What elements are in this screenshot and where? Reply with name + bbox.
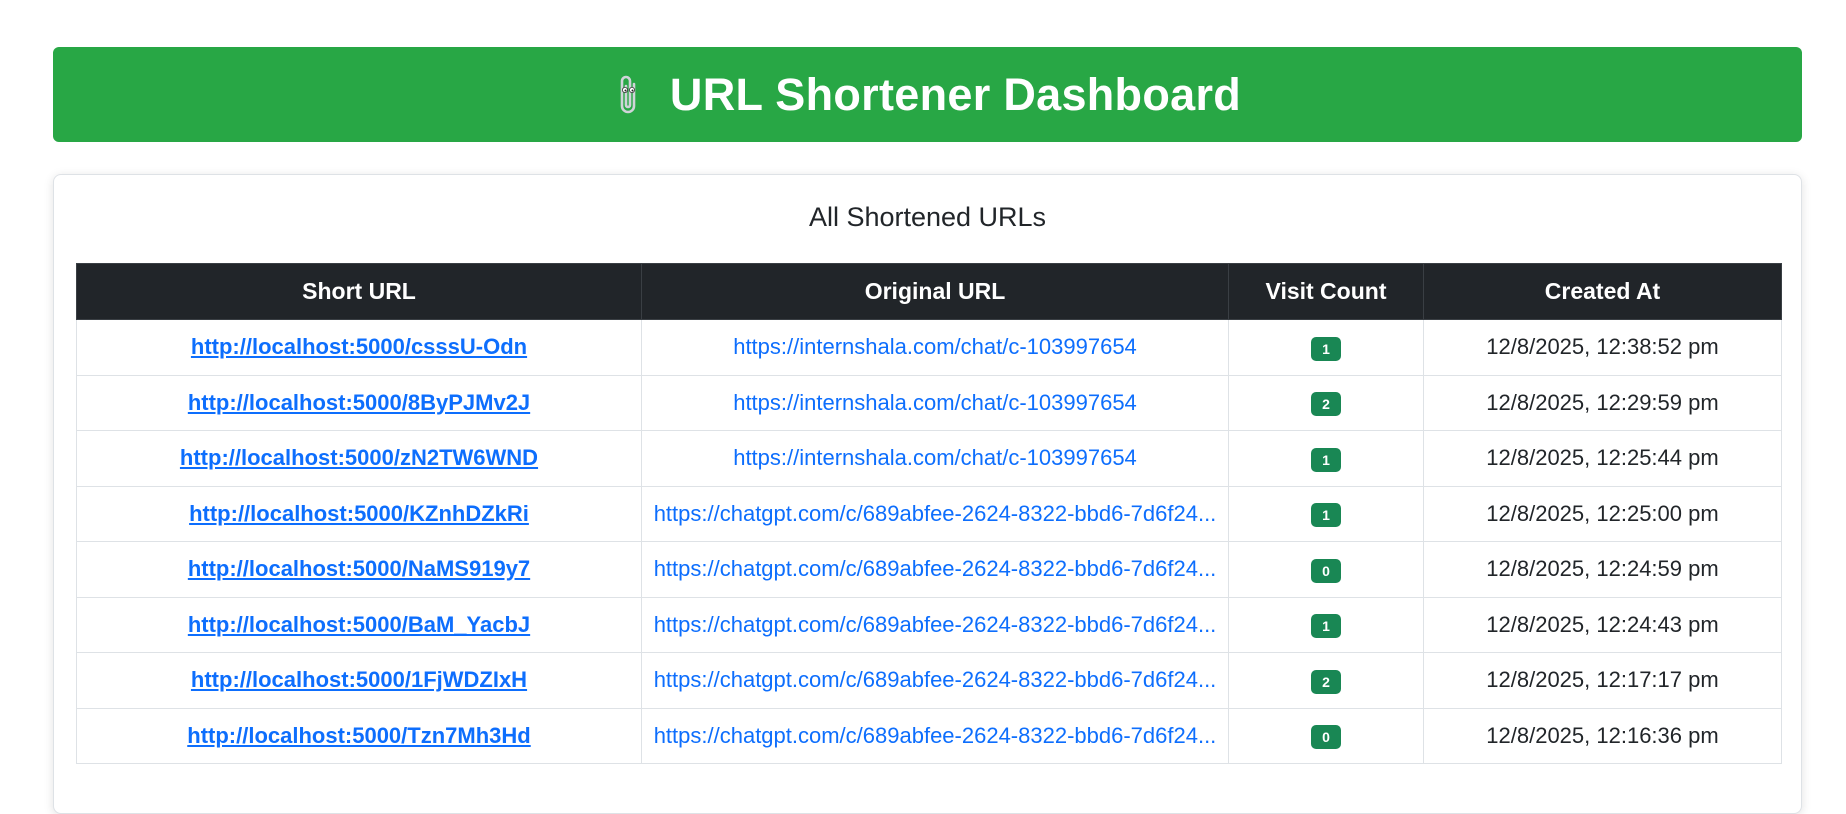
- original-url-link[interactable]: https://chatgpt.com/c/689abfee-2624-8322…: [652, 501, 1218, 527]
- column-header-created-at: Created At: [1423, 263, 1782, 320]
- table-row: http://localhost:5000/csssU-Odn https://i…: [76, 319, 1782, 376]
- short-url-link[interactable]: http://localhost:5000/NaMS919y7: [188, 556, 530, 581]
- column-header-original-url: Original URL: [641, 263, 1229, 320]
- column-header-short-url: Short URL: [76, 263, 642, 320]
- short-url-link[interactable]: http://localhost:5000/BaM_YacbJ: [188, 612, 530, 637]
- table-row: http://localhost:5000/Tzn7Mh3Hd https://c…: [76, 707, 1782, 764]
- short-url-cell: http://localhost:5000/Tzn7Mh3Hd: [76, 707, 642, 764]
- visit-count-cell: 2: [1228, 652, 1424, 709]
- original-url-cell: https://internshala.com/chat/c-103997654: [641, 374, 1229, 431]
- short-url-link[interactable]: http://localhost:5000/zN2TW6WND: [180, 445, 538, 470]
- created-at-cell: 12/8/2025, 12:16:36 pm: [1423, 707, 1782, 764]
- original-url-cell: https://chatgpt.com/c/689abfee-2624-8322…: [641, 541, 1229, 598]
- page-title: URL Shortener Dashboard: [669, 68, 1242, 120]
- visit-count-cell: 1: [1228, 319, 1424, 376]
- short-url-link[interactable]: http://localhost:5000/KZnhDZkRi: [189, 501, 529, 526]
- urls-card: All Shortened URLs Short URL Original UR…: [53, 174, 1802, 814]
- created-at-cell: 12/8/2025, 12:17:17 pm: [1423, 652, 1782, 709]
- original-url-link[interactable]: https://chatgpt.com/c/689abfee-2624-8322…: [652, 723, 1218, 749]
- visit-count-cell: 1: [1228, 596, 1424, 653]
- table-row: http://localhost:5000/8ByPJMv2J https://i…: [76, 374, 1782, 431]
- paperclip-icon: [620, 75, 636, 113]
- original-url-link[interactable]: https://chatgpt.com/c/689abfee-2624-8322…: [652, 667, 1218, 693]
- visit-count-badge: 1: [1311, 336, 1341, 361]
- visit-count-badge: 0: [1311, 558, 1341, 583]
- short-url-cell: http://localhost:5000/KZnhDZkRi: [76, 485, 642, 542]
- visit-count-cell: 2: [1228, 374, 1424, 431]
- original-url-cell: https://chatgpt.com/c/689abfee-2624-8322…: [641, 485, 1229, 542]
- short-url-cell: http://localhost:5000/BaM_YacbJ: [76, 596, 642, 653]
- original-url-cell: https://chatgpt.com/c/689abfee-2624-8322…: [641, 707, 1229, 764]
- visit-count-badge: 1: [1311, 447, 1341, 472]
- short-url-cell: http://localhost:5000/zN2TW6WND: [76, 430, 642, 487]
- column-header-visit-count: Visit Count: [1228, 263, 1424, 320]
- created-at-cell: 12/8/2025, 12:24:43 pm: [1423, 596, 1782, 653]
- table-row: http://localhost:5000/KZnhDZkRi https://c…: [76, 485, 1782, 542]
- original-url-cell: https://chatgpt.com/c/689abfee-2624-8322…: [641, 596, 1229, 653]
- urls-table: Short URL Original URL Visit Count Creat…: [76, 263, 1782, 764]
- visit-count-cell: 0: [1228, 707, 1424, 764]
- table-row: http://localhost:5000/NaMS919y7 https://c…: [76, 541, 1782, 598]
- short-url-link[interactable]: http://localhost:5000/Tzn7Mh3Hd: [187, 723, 530, 748]
- created-at-cell: 12/8/2025, 12:29:59 pm: [1423, 374, 1782, 431]
- visit-count-badge: 1: [1311, 614, 1341, 639]
- card-title: All Shortened URLs: [808, 202, 1047, 232]
- table-row: http://localhost:5000/zN2TW6WND https://i…: [76, 430, 1782, 487]
- created-at-cell: 12/8/2025, 12:38:52 pm: [1423, 319, 1782, 376]
- original-url-cell: https://internshala.com/chat/c-103997654: [641, 319, 1229, 376]
- original-url-link[interactable]: https://internshala.com/chat/c-103997654: [652, 334, 1218, 360]
- visit-count-cell: 0: [1228, 541, 1424, 598]
- original-url-cell: https://internshala.com/chat/c-103997654: [641, 430, 1229, 487]
- short-url-cell: http://localhost:5000/csssU-Odn: [76, 319, 642, 376]
- short-url-link[interactable]: http://localhost:5000/8ByPJMv2J: [188, 390, 530, 415]
- short-url-cell: http://localhost:5000/8ByPJMv2J: [76, 374, 642, 431]
- visit-count-cell: 1: [1228, 485, 1424, 542]
- original-url-link[interactable]: https://internshala.com/chat/c-103997654: [652, 445, 1218, 471]
- short-url-link[interactable]: http://localhost:5000/csssU-Odn: [191, 334, 527, 359]
- original-url-link[interactable]: https://chatgpt.com/c/689abfee-2624-8322…: [652, 612, 1218, 638]
- visit-count-badge: 2: [1311, 669, 1341, 694]
- short-url-link[interactable]: http://localhost:5000/1FjWDZIxH: [191, 667, 527, 692]
- original-url-link[interactable]: https://internshala.com/chat/c-103997654: [652, 390, 1218, 416]
- table-row: http://localhost:5000/BaM_YacbJ https://c…: [76, 596, 1782, 653]
- visit-count-badge: 0: [1311, 725, 1341, 750]
- short-url-cell: http://localhost:5000/1FjWDZIxH: [76, 652, 642, 709]
- table-row: http://localhost:5000/1FjWDZIxH https://c…: [76, 652, 1782, 709]
- created-at-cell: 12/8/2025, 12:24:59 pm: [1423, 541, 1782, 598]
- visit-count-cell: 1: [1228, 430, 1424, 487]
- short-url-cell: http://localhost:5000/NaMS919y7: [76, 541, 642, 598]
- original-url-link[interactable]: https://chatgpt.com/c/689abfee-2624-8322…: [652, 556, 1218, 582]
- visit-count-badge: 2: [1311, 392, 1341, 417]
- dashboard-header: URL Shortener Dashboard: [53, 47, 1802, 142]
- table-header: Short URL Original URL Visit Count Creat…: [76, 263, 1782, 320]
- created-at-cell: 12/8/2025, 12:25:00 pm: [1423, 485, 1782, 542]
- table-body: http://localhost:5000/csssU-Odn https://i…: [76, 319, 1782, 764]
- original-url-cell: https://chatgpt.com/c/689abfee-2624-8322…: [641, 652, 1229, 709]
- visit-count-badge: 1: [1311, 503, 1341, 528]
- created-at-cell: 12/8/2025, 12:25:44 pm: [1423, 430, 1782, 487]
